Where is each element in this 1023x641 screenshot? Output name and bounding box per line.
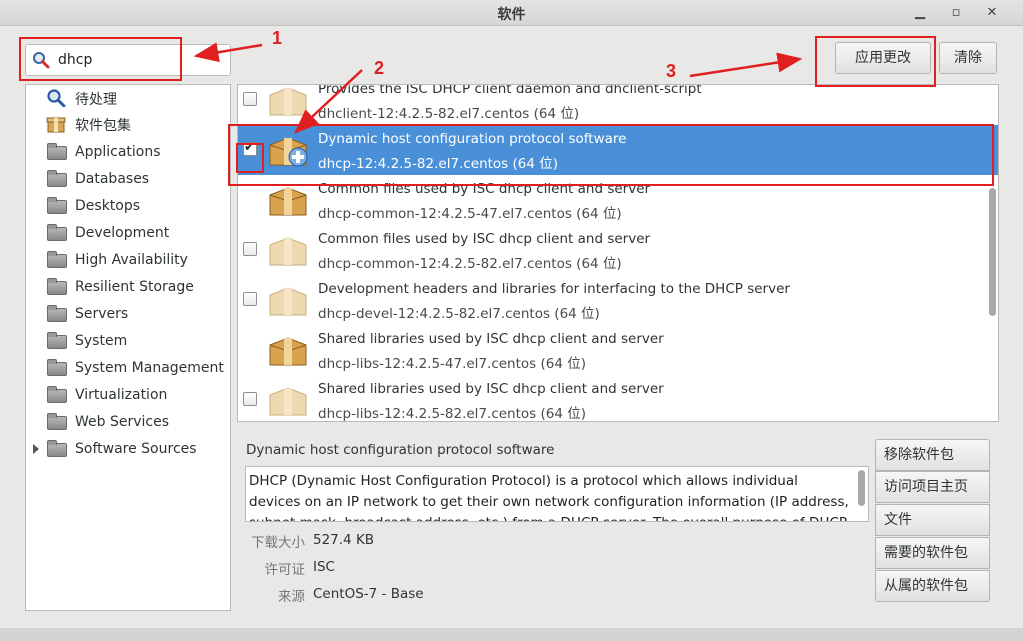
annotation-arrow-3 [689,52,803,78]
annotation-arrows [193,42,803,134]
annotation-arrow-2 [294,69,363,134]
bottom-taskbar-strip [0,628,1023,641]
annotation-arrow-1 [193,42,263,63]
